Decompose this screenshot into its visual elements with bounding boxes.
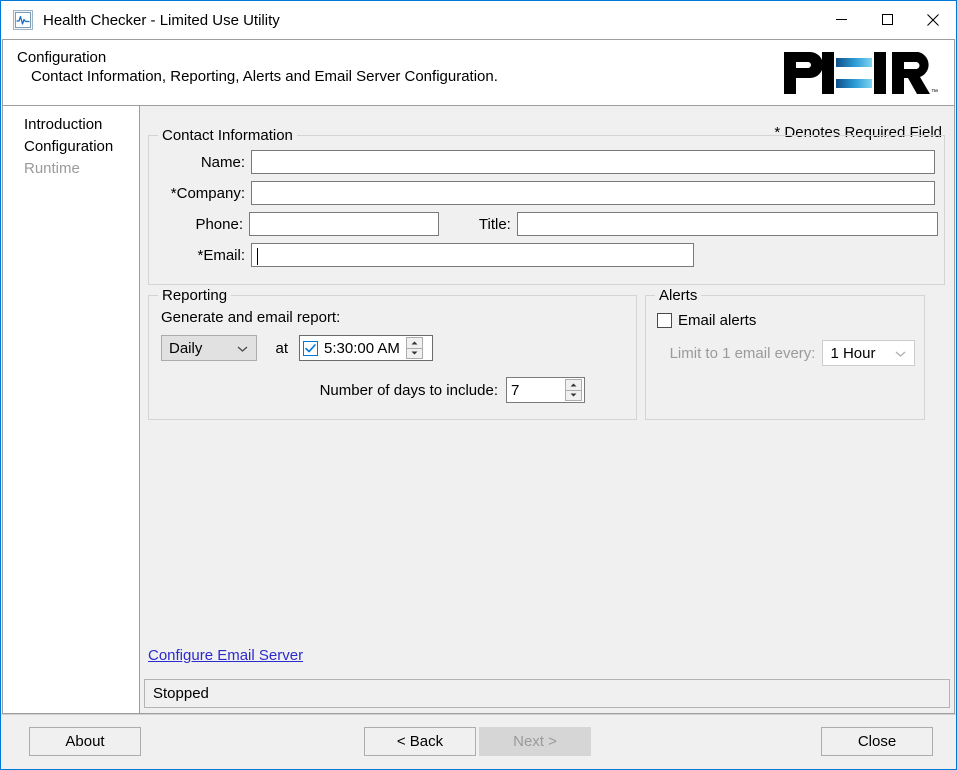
spinner-down-icon[interactable]	[565, 391, 582, 402]
days-to-include-value: 7	[511, 382, 519, 399]
configure-email-server-link[interactable]: Configure Email Server	[148, 647, 303, 664]
text-caret	[257, 248, 258, 265]
trademark-mark: ™	[931, 89, 938, 96]
spinner-up-icon[interactable]	[406, 337, 423, 349]
back-button-label: < Back	[397, 733, 443, 750]
navigation-sidebar: Introduction Configuration Runtime	[2, 106, 140, 714]
window-title: Health Checker - Limited Use Utility	[43, 12, 280, 29]
alerts-group: Alerts Email alerts Limit to 1 email eve…	[645, 295, 925, 420]
at-label: at	[270, 340, 288, 357]
report-frequency-value: Daily	[169, 340, 202, 357]
limit-email-label: Limit to 1 email every:	[657, 345, 815, 362]
maximize-button[interactable]	[864, 1, 910, 38]
sidebar-item-runtime: Runtime	[3, 158, 139, 180]
email-alerts-checkbox-row[interactable]: Email alerts	[657, 312, 756, 329]
page-subtitle: Contact Information, Reporting, Alerts a…	[17, 67, 498, 86]
days-to-include-label: Number of days to include:	[161, 382, 498, 399]
alerts-legend: Alerts	[655, 287, 701, 304]
title-bar: Health Checker - Limited Use Utility	[1, 1, 956, 39]
sidebar-item-introduction[interactable]: Introduction	[3, 114, 139, 136]
spinner-down-icon[interactable]	[406, 349, 423, 360]
report-time-enabled-checkbox[interactable]	[303, 341, 318, 356]
spinner-up-icon[interactable]	[565, 379, 582, 391]
about-button[interactable]: About	[29, 727, 141, 756]
close-dialog-button-label: Close	[858, 733, 896, 750]
status-bar: Stopped	[144, 679, 950, 708]
sidebar-item-label: Runtime	[24, 160, 80, 177]
dialog-footer: About < Back Next > Close	[1, 714, 956, 769]
next-button-label: Next >	[513, 733, 557, 750]
phone-input[interactable]	[249, 212, 439, 236]
contact-information-legend: Contact Information	[158, 127, 297, 144]
company-label: *Company:	[149, 185, 245, 202]
contact-information-group: Contact Information Name: *Company: Phon…	[148, 135, 945, 285]
sidebar-item-label: Configuration	[24, 138, 113, 155]
next-button: Next >	[479, 727, 591, 756]
report-time-value: 5:30:00 AM	[324, 340, 400, 357]
status-text: Stopped	[153, 685, 209, 702]
title-input[interactable]	[517, 212, 938, 236]
page-header: Configuration Contact Information, Repor…	[2, 39, 955, 106]
close-dialog-button[interactable]: Close	[821, 727, 933, 756]
email-alerts-checkbox[interactable]	[657, 313, 672, 328]
company-input[interactable]	[251, 181, 935, 205]
heartbeat-chart-icon	[13, 10, 33, 30]
application-window: Health Checker - Limited Use Utility	[0, 0, 957, 770]
report-time-picker[interactable]: 5:30:00 AM	[299, 335, 433, 361]
email-alerts-label: Email alerts	[678, 312, 756, 329]
title-label: Title:	[456, 216, 511, 233]
peer-logo: ™	[780, 48, 940, 98]
phone-label: Phone:	[149, 216, 243, 233]
report-time-spinner[interactable]	[406, 337, 423, 359]
name-label: Name:	[149, 154, 245, 171]
reporting-group: Reporting Generate and email report: Dai…	[148, 295, 637, 420]
close-button[interactable]	[910, 1, 956, 38]
days-to-include-spinner[interactable]	[565, 379, 582, 401]
reporting-description: Generate and email report:	[161, 309, 340, 326]
days-to-include-input[interactable]: 7	[506, 377, 585, 403]
about-button-label: About	[65, 733, 104, 750]
chevron-down-icon	[237, 340, 248, 357]
name-input[interactable]	[251, 150, 935, 174]
minimize-button[interactable]	[818, 1, 864, 38]
email-input[interactable]	[251, 243, 694, 267]
page-title: Configuration	[17, 48, 498, 67]
limit-email-value: 1 Hour	[830, 345, 875, 362]
chevron-down-icon	[895, 345, 906, 362]
sidebar-item-configuration[interactable]: Configuration	[3, 136, 139, 158]
email-label: *Email:	[149, 247, 245, 264]
configuration-panel: * Denotes Required Field Contact Informa…	[140, 106, 955, 714]
report-frequency-select[interactable]: Daily	[161, 335, 257, 361]
back-button[interactable]: < Back	[364, 727, 476, 756]
sidebar-item-label: Introduction	[24, 116, 102, 133]
limit-email-select: 1 Hour	[822, 340, 915, 366]
reporting-legend: Reporting	[158, 287, 231, 304]
